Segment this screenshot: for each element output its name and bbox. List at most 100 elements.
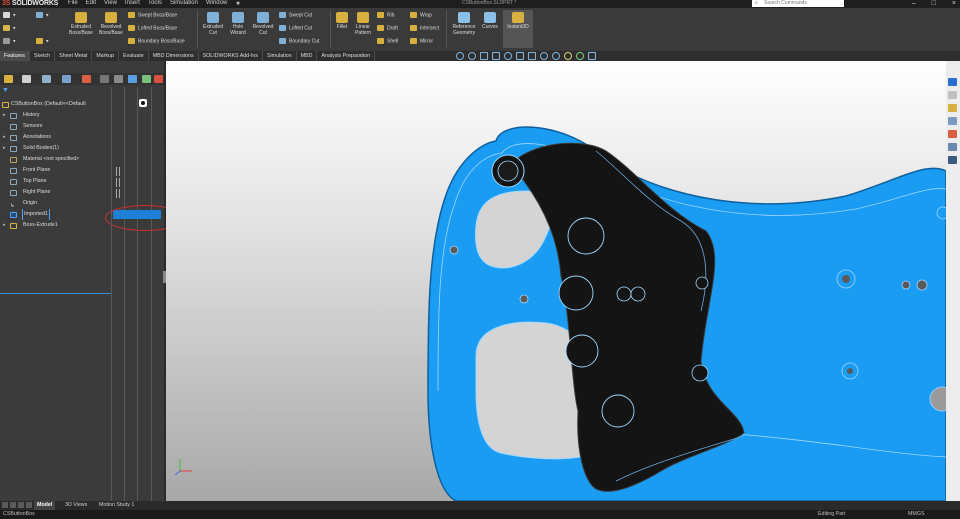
tab-sketch[interactable]: Sketch: [30, 51, 56, 61]
suppress-column-icon[interactable]: [114, 75, 123, 83]
file-explorer-icon[interactable]: [948, 104, 957, 112]
minimize-icon[interactable]: –: [912, 0, 916, 7]
boundary-boss-button[interactable]: Boundary Boss/Base: [128, 38, 185, 44]
plane-visibility-icon[interactable]: [116, 178, 120, 187]
expand-chevron-icon[interactable]: ▸: [3, 143, 6, 154]
new-doc-icon[interactable]: ▾: [3, 12, 16, 18]
apply-scene-icon[interactable]: [564, 52, 572, 60]
zoom-to-fit-icon[interactable]: [456, 52, 464, 60]
mirror-button[interactable]: Mirror: [410, 38, 433, 44]
close-icon[interactable]: ×: [952, 0, 956, 7]
rebuild-icon[interactable]: ▾: [36, 38, 49, 44]
previous-view-icon[interactable]: [480, 52, 488, 60]
small-hole[interactable]: [691, 364, 709, 382]
boundary-cut-button[interactable]: Boundary Cut: [279, 38, 320, 44]
menu-simulation[interactable]: Simulation: [170, 0, 198, 7]
view-settings-icon[interactable]: [576, 52, 584, 60]
plate-hole[interactable]: [901, 280, 911, 290]
display-manager-tab-icon[interactable]: [82, 75, 91, 83]
next-tab-icon[interactable]: [18, 502, 24, 508]
tab-simulation[interactable]: Simulation: [263, 51, 297, 61]
status-units[interactable]: MMGS: [908, 510, 924, 519]
plate-hole[interactable]: [936, 206, 946, 220]
tree-item-material[interactable]: Material <not specified>: [0, 154, 111, 165]
rollback-bar[interactable]: [0, 293, 111, 294]
tab-mbd[interactable]: MBD: [297, 51, 318, 61]
tree-item-annotations[interactable]: ▸ Annotations: [0, 132, 111, 143]
menu-edit[interactable]: Edit: [86, 0, 96, 7]
expand-chevron-icon[interactable]: ▸: [3, 220, 6, 231]
tab-sheet-metal[interactable]: Sheet Metal: [55, 51, 93, 61]
menu-window[interactable]: Window: [206, 0, 227, 7]
tree-root-part[interactable]: CSButtonBox (Default<<Default: [0, 99, 111, 110]
linear-pattern-button[interactable]: Linear Pattern: [351, 12, 375, 36]
button-hole[interactable]: [601, 394, 635, 428]
wrap-button[interactable]: Wrap: [410, 12, 432, 18]
search-commands-input[interactable]: ⌕ Search Commands: [752, 0, 844, 7]
print-icon[interactable]: ▾: [36, 12, 49, 18]
hole-wizard-button[interactable]: Hole Wizard: [227, 12, 249, 36]
button-hole[interactable]: [558, 275, 594, 311]
menu-insert[interactable]: Insert: [125, 0, 140, 7]
plate-hole[interactable]: [847, 368, 853, 374]
button-hole[interactable]: [567, 217, 605, 255]
small-hole[interactable]: [630, 286, 646, 302]
shell-button[interactable]: Shell: [377, 38, 398, 44]
tab-model[interactable]: Model: [34, 501, 56, 510]
app-logo[interactable]: 3S SOLIDWORKS: [2, 0, 58, 7]
revolved-cut-button[interactable]: Revolved Cut: [249, 12, 277, 36]
tree-item-history[interactable]: ▸ History: [0, 110, 111, 121]
tab-markup[interactable]: Markup: [92, 51, 120, 61]
previous-tab-icon[interactable]: [10, 502, 16, 508]
extruded-boss-button[interactable]: Extruded Boss/Base: [66, 12, 96, 36]
tree-item-front-plane[interactable]: Front Plane: [0, 165, 111, 176]
tree-item-sensors[interactable]: Sensors: [0, 121, 111, 132]
intersect-button[interactable]: Intersect: [410, 25, 439, 31]
small-hole[interactable]: [616, 286, 632, 302]
tab-features[interactable]: Features: [0, 51, 30, 61]
plate-hole[interactable]: [519, 294, 529, 304]
chevron-left-icon[interactable]: [100, 75, 109, 83]
design-library-icon[interactable]: [948, 91, 957, 99]
lofted-boss-button[interactable]: Lofted Boss/Base: [128, 25, 177, 31]
last-tab-icon[interactable]: [26, 502, 32, 508]
menu-file[interactable]: File: [68, 0, 78, 7]
display-style-icon[interactable]: [528, 52, 536, 60]
swept-boss-button[interactable]: Swept Boss/Base: [128, 12, 177, 18]
extruded-cut-button[interactable]: Extruded Cut: [199, 12, 227, 36]
custom-properties-icon[interactable]: [948, 143, 957, 151]
first-tab-icon[interactable]: [2, 502, 8, 508]
pin-icon[interactable]: ★: [235, 0, 240, 7]
configuration-manager-tab-icon[interactable]: [42, 75, 51, 83]
open-doc-icon[interactable]: ▾: [3, 25, 16, 31]
tree-item-origin[interactable]: ↳ Origin: [0, 198, 111, 209]
reference-geometry-button[interactable]: Reference Geometry: [448, 12, 480, 36]
graphics-area[interactable]: [166, 61, 946, 501]
hide-show-items-icon[interactable]: [540, 52, 548, 60]
rib-button[interactable]: Rib: [377, 12, 395, 18]
hide-show-toggle-icon[interactable]: [139, 99, 147, 107]
maximize-icon[interactable]: □: [932, 0, 936, 7]
plate-hole[interactable]: [916, 279, 928, 291]
display-manager-icon[interactable]: [588, 52, 596, 60]
appearance-column-icon[interactable]: [128, 75, 137, 83]
tab-evaluate[interactable]: Evaluate: [119, 51, 149, 61]
small-hole[interactable]: [695, 276, 709, 290]
dynamic-annotation-icon[interactable]: [504, 52, 512, 60]
scene-column-icon[interactable]: [142, 75, 151, 83]
grip-boss-hole[interactable]: [497, 160, 519, 182]
expand-chevron-icon[interactable]: ▸: [3, 132, 6, 143]
menu-tools[interactable]: Tools: [148, 0, 162, 7]
tree-item-boss-extrude1[interactable]: ▸ Boss-Extrude1: [0, 220, 111, 231]
tab-solidworks-addins[interactable]: SOLIDWORKS Add-Ins: [199, 51, 263, 61]
property-manager-tab-icon[interactable]: [22, 75, 31, 83]
solidworks-resources-icon[interactable]: [948, 78, 957, 86]
edit-appearance-icon[interactable]: [552, 52, 560, 60]
view-orientation-icon[interactable]: [516, 52, 524, 60]
plane-visibility-icon[interactable]: [116, 167, 120, 176]
curves-button[interactable]: Curves: [480, 12, 500, 30]
revolved-boss-button[interactable]: Revolved Boss/Base: [96, 12, 126, 36]
expand-chevron-icon[interactable]: ▸: [3, 110, 6, 121]
part-model[interactable]: [166, 61, 946, 501]
lofted-cut-button[interactable]: Lofted Cut: [279, 25, 312, 31]
